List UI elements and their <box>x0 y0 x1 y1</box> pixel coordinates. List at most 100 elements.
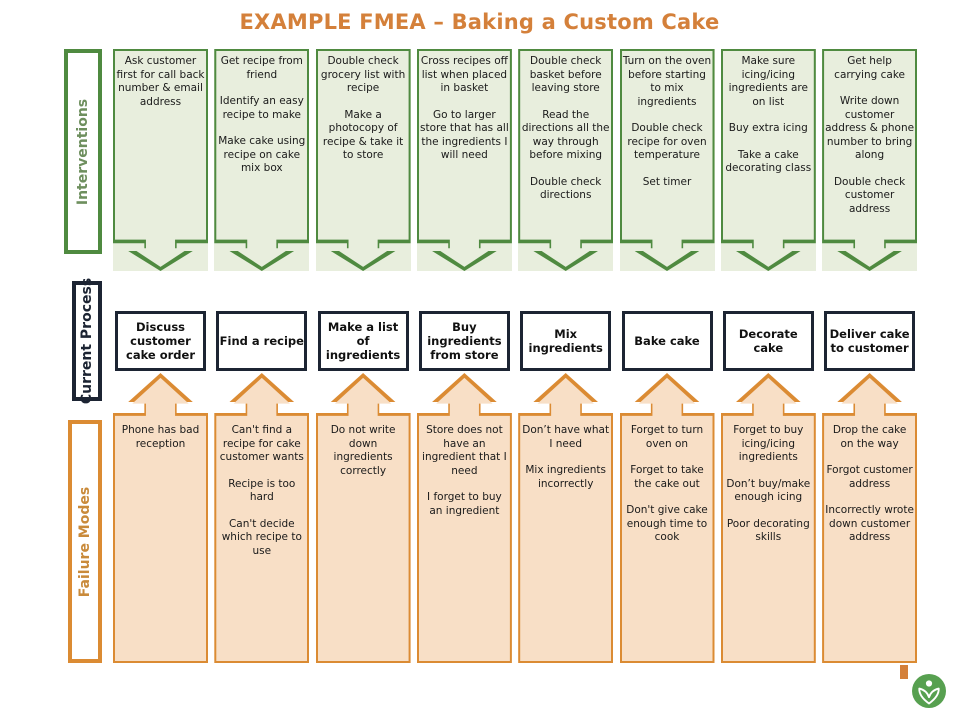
failure-mode-item: Can't find a recipe for cake customer wa… <box>219 424 304 463</box>
row-label-current-process-text: Current Process <box>79 277 96 405</box>
logo-accent-tab <box>900 665 908 679</box>
fmea-column: Get help carrying cake Write down custome… <box>822 0 918 720</box>
intervention-item: Double check recipe for oven temperature <box>627 122 707 161</box>
intervention-item: Identify an easy recipe to make <box>219 95 304 121</box>
fmea-column: Turn on the oven before starting to mix … <box>619 0 715 720</box>
intervention-item: Set timer <box>642 175 692 188</box>
failure-mode-text-group: Don’t have what I need Mix ingredients in… <box>518 424 613 504</box>
process-step-label: Deliver cake to customer <box>829 327 910 355</box>
intervention-item: Make sure icing/icing ingredients are on… <box>728 55 808 108</box>
row-label-current-process: Current Process <box>72 277 102 405</box>
process-step-label: Buy ingredients from store <box>427 320 502 362</box>
fmea-column: Ask customer first for call back number … <box>113 0 208 720</box>
intervention-box[interactable]: Turn on the oven before starting to mix … <box>619 49 715 271</box>
intervention-item: Double check customer address <box>833 175 906 215</box>
leaf-sprout-logo <box>911 673 947 709</box>
intervention-text-group: Double check grocery list with recipe Mak… <box>316 55 411 176</box>
process-step-box[interactable]: Discuss customer cake order <box>115 311 206 371</box>
process-step-box[interactable]: Make a list of ingredients <box>317 311 409 371</box>
intervention-item: Take a cake decorating class <box>725 148 812 175</box>
failure-mode-item: Forgot customer address <box>826 464 913 490</box>
intervention-item: Go to larger store that has all the ingr… <box>420 108 509 162</box>
process-step-box[interactable]: Buy ingredients from store <box>418 311 510 371</box>
intervention-box[interactable]: Ask customer first for call back number … <box>113 49 208 271</box>
failure-mode-item: Don't give cake enough time to cook <box>626 504 708 543</box>
intervention-item: Cross recipes off list when placed in ba… <box>420 55 508 94</box>
intervention-item: Double check directions <box>530 175 602 202</box>
row-label-interventions-text: Interventions <box>75 98 92 205</box>
intervention-item: Double check basket before leaving store <box>529 55 602 94</box>
process-step-box[interactable]: Mix ingredients <box>520 311 612 371</box>
failure-mode-item: Can't decide which recipe to use <box>221 517 302 557</box>
intervention-text-group: Turn on the oven before starting to mix … <box>620 55 715 202</box>
intervention-text-group: Double check basket before leaving store… <box>518 55 613 216</box>
intervention-item: Turn on the oven before starting to mix … <box>622 55 712 108</box>
failure-mode-item: Don’t buy/make enough icing <box>726 477 811 504</box>
failure-mode-text-group: Store does not have an ingredient that I… <box>417 424 512 531</box>
failure-mode-item: Recipe is too hard <box>228 477 296 504</box>
intervention-box[interactable]: Get help carrying cake Write down custome… <box>822 49 918 271</box>
fmea-column: Get recipe from friend Identify an easy r… <box>214 0 310 720</box>
failure-mode-text-group: Forget to turn oven on Forget to take the… <box>620 424 715 558</box>
row-label-failure-modes: Failure Modes <box>68 420 102 663</box>
failure-mode-item: Store does not have an ingredient that I… <box>422 424 507 477</box>
row-label-failure-modes-text: Failure Modes <box>77 486 93 597</box>
failure-mode-text-group: Do not write down ingredients correctly <box>316 424 411 491</box>
failure-mode-item: Forget to take the cake out <box>630 464 704 490</box>
intervention-box[interactable]: Double check basket before leaving store… <box>518 49 614 271</box>
failure-mode-item: Incorrectly wrote down customer address <box>825 504 914 543</box>
intervention-item: Make a photocopy of recipe & take it to … <box>322 108 404 162</box>
failure-mode-item: I forget to buy an ingredient <box>427 491 502 517</box>
failure-mode-box[interactable]: Do not write down ingredients correctly <box>315 373 411 663</box>
intervention-text-group: Make sure icing/icing ingredients are on… <box>721 55 816 189</box>
intervention-item: Double check grocery list with recipe <box>320 55 406 94</box>
process-step-label: Find a recipe <box>219 334 304 348</box>
fmea-column: Double check basket before leaving store… <box>518 0 614 720</box>
failure-mode-box[interactable]: Forget to turn oven on Forget to take the… <box>619 373 715 663</box>
failure-mode-item: Forget to buy icing/icing ingredients <box>733 424 804 463</box>
failure-mode-box[interactable]: Don’t have what I need Mix ingredients in… <box>518 373 614 663</box>
intervention-box[interactable]: Double check grocery list with recipe Mak… <box>315 49 411 271</box>
failure-mode-text-group: Forget to buy icing/icing ingredients Don… <box>721 424 816 558</box>
intervention-item: Ask customer first for call back number … <box>116 55 205 108</box>
process-step-box[interactable]: Decorate cake <box>722 311 814 371</box>
failure-mode-item: Don’t have what I need <box>522 424 610 450</box>
process-step-label: Mix ingredients <box>528 327 603 355</box>
process-step-label: Bake cake <box>634 334 700 348</box>
failure-mode-box[interactable]: Forget to buy icing/icing ingredients Don… <box>720 373 816 663</box>
failure-mode-item: Drop the cake on the way <box>832 424 907 450</box>
failure-mode-text-group: Phone has bad reception <box>113 424 208 464</box>
intervention-text-group: Get recipe from friend Identify an easy r… <box>214 55 309 189</box>
process-step-label: Discuss customer cake order <box>126 320 195 362</box>
intervention-item: Make cake using recipe on cake mix box <box>218 135 306 174</box>
process-step-box[interactable]: Deliver cake to customer <box>824 311 916 371</box>
intervention-item: Write down customer address & phone numb… <box>825 95 915 161</box>
failure-mode-box[interactable]: Can't find a recipe for cake customer wa… <box>214 373 310 663</box>
failure-mode-box-fill <box>317 377 409 661</box>
intervention-text-group: Ask customer first for call back number … <box>113 55 208 122</box>
intervention-item: Get recipe from friend <box>220 55 303 81</box>
process-step-box[interactable]: Find a recipe <box>216 311 308 371</box>
failure-mode-text-group: Drop the cake on the way Forgot customer … <box>822 424 917 558</box>
failure-mode-box-fill <box>520 377 612 661</box>
intervention-text-group: Cross recipes off list when placed in ba… <box>417 55 512 176</box>
fmea-column: Double check grocery list with recipe Mak… <box>315 0 411 720</box>
failure-mode-box[interactable]: Drop the cake on the way Forgot customer … <box>822 373 918 663</box>
intervention-box[interactable]: Get recipe from friend Identify an easy r… <box>214 49 310 271</box>
failure-mode-box[interactable]: Store does not have an ingredient that I… <box>416 373 512 663</box>
failure-mode-item: Poor decorating skills <box>726 517 810 544</box>
failure-mode-item: Mix ingredients incorrectly <box>525 464 606 490</box>
process-step-label: Make a list of ingredients <box>325 320 401 362</box>
failure-mode-item: Do not write down ingredients correctly <box>330 424 396 477</box>
process-step-box[interactable]: Bake cake <box>621 311 713 371</box>
intervention-box[interactable]: Make sure icing/icing ingredients are on… <box>720 49 816 271</box>
failure-mode-text-group: Can't find a recipe for cake customer wa… <box>214 424 309 571</box>
fmea-column: Cross recipes off list when placed in ba… <box>416 0 512 720</box>
intervention-box[interactable]: Cross recipes off list when placed in ba… <box>416 49 512 271</box>
row-label-interventions: Interventions <box>64 49 102 254</box>
failure-mode-box[interactable]: Phone has bad reception <box>113 373 208 663</box>
intervention-item: Buy extra icing <box>728 122 808 134</box>
intervention-item: Read the directions all the way through … <box>521 108 610 162</box>
failure-mode-item: Forget to turn oven on <box>630 424 704 450</box>
intervention-item: Get help carrying cake <box>834 55 905 81</box>
